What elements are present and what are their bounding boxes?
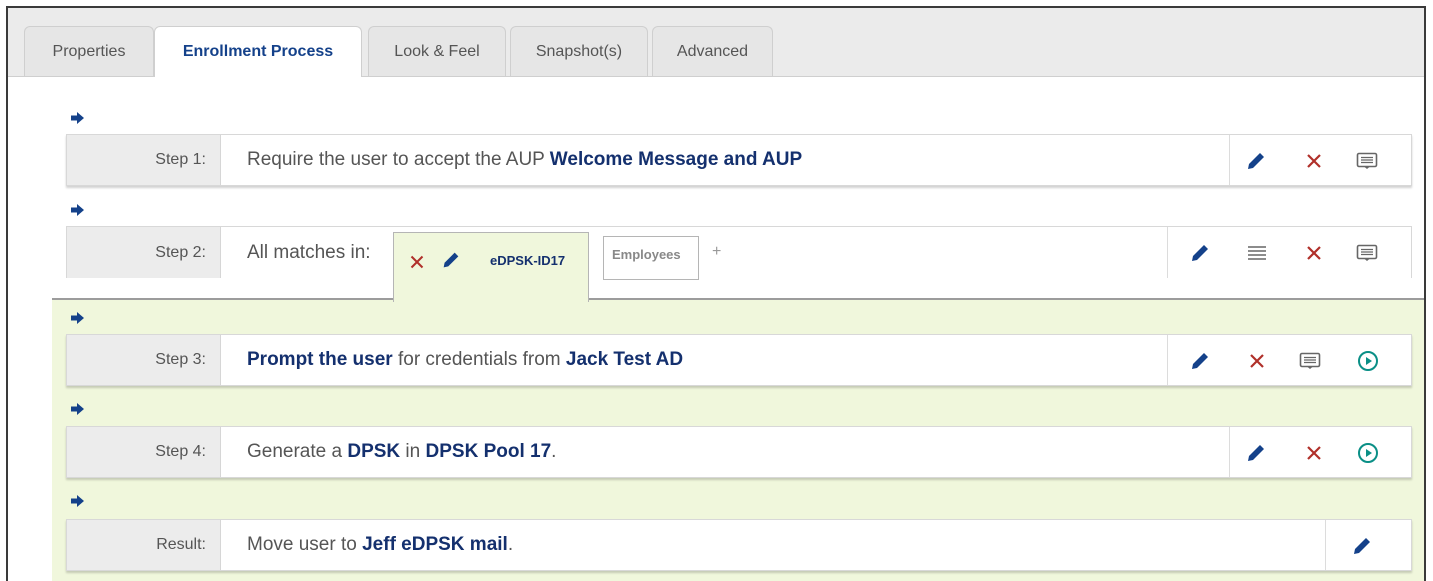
step-row-3: Step 3: Prompt the user for credentials …: [66, 334, 1412, 386]
play-circle-icon[interactable]: [1356, 441, 1380, 465]
step-label: Step 1:: [67, 135, 221, 185]
result-row: Result: Move user to Jeff eDPSK mail.: [66, 519, 1412, 571]
tab-snapshots[interactable]: Snapshot(s): [510, 26, 648, 76]
insert-step-arrow-icon[interactable]: [71, 403, 84, 415]
play-circle-icon[interactable]: [1356, 349, 1380, 373]
step-text: All matches in:: [247, 241, 371, 263]
step-actions: [1229, 135, 1411, 185]
edit-icon[interactable]: [1350, 534, 1374, 558]
message-icon[interactable]: [1355, 149, 1379, 173]
delete-icon[interactable]: [1302, 149, 1326, 173]
step-text: Generate a: [247, 441, 348, 462]
step-label: Step 2:: [67, 227, 221, 278]
branch-tab-label: Employees: [612, 247, 681, 262]
insert-step-arrow-icon[interactable]: [71, 312, 84, 324]
edit-icon[interactable]: [1244, 441, 1268, 465]
insert-step-arrow-icon[interactable]: [71, 204, 84, 216]
step-actions: [1325, 520, 1411, 570]
step-actions: [1229, 427, 1411, 477]
edit-icon[interactable]: [1188, 349, 1212, 373]
step-link[interactable]: Welcome Message and AUP: [550, 149, 802, 171]
step-text: for credentials from: [392, 349, 566, 370]
branch-tab-edpsk-id17[interactable]: eDPSK-ID17: [393, 232, 589, 302]
step-label: Step 3:: [67, 335, 221, 385]
delete-icon[interactable]: [1302, 441, 1326, 465]
tab-properties[interactable]: Properties: [24, 26, 154, 76]
edit-icon[interactable]: [440, 249, 462, 271]
step-link[interactable]: DPSK: [347, 441, 400, 463]
step-description: Generate a DPSK in DPSK Pool 17.: [247, 427, 556, 477]
step-text: Move user to: [247, 534, 363, 555]
step-label: Step 4:: [67, 427, 221, 477]
step-description: Prompt the user for credentials from Jac…: [247, 335, 683, 385]
reorder-icon[interactable]: [1245, 241, 1269, 265]
step-actions: [1167, 227, 1411, 278]
step-text: .: [551, 441, 557, 462]
enrollment-panel: Properties Enrollment Process Look & Fee…: [6, 6, 1426, 581]
step-description: Require the user to accept the AUP Welco…: [247, 135, 802, 185]
add-branch-button[interactable]: +: [712, 243, 721, 261]
tab-advanced[interactable]: Advanced: [652, 26, 773, 76]
insert-step-arrow-icon[interactable]: [71, 495, 84, 507]
edit-icon[interactable]: [1188, 241, 1212, 265]
delete-icon[interactable]: [1245, 349, 1269, 373]
branch-tab-label: eDPSK-ID17: [490, 253, 566, 268]
edit-icon[interactable]: [1244, 149, 1268, 173]
step-text: .: [507, 534, 514, 555]
step-link[interactable]: Jack Test AD: [566, 349, 683, 371]
message-icon[interactable]: [1298, 349, 1322, 373]
branch-tab-employees[interactable]: Employees: [603, 236, 699, 280]
message-icon[interactable]: [1355, 241, 1379, 265]
step-link[interactable]: DPSK Pool 17: [426, 441, 552, 463]
step-actions: [1167, 335, 1411, 385]
insert-step-arrow-icon[interactable]: [71, 112, 84, 124]
step-row-2: Step 2: All matches in:: [66, 226, 1412, 278]
step-link[interactable]: Prompt the user: [247, 349, 393, 371]
step-label: Result:: [67, 520, 221, 570]
step-description: All matches in:: [247, 227, 371, 278]
delete-icon[interactable]: [1302, 241, 1326, 265]
tab-bar: Properties Enrollment Process Look & Fee…: [8, 8, 1424, 77]
step-row-4: Step 4: Generate a DPSK in DPSK Pool 17.: [66, 426, 1412, 478]
step-description: Move user to Jeff eDPSK mail.: [247, 520, 513, 570]
delete-icon[interactable]: [406, 251, 428, 273]
step-link[interactable]: Jeff eDPSK mail: [362, 534, 508, 556]
step-text: Require the user to accept the AUP: [247, 149, 550, 170]
tab-look-and-feel[interactable]: Look & Feel: [368, 26, 506, 76]
tab-enrollment-process[interactable]: Enrollment Process: [154, 26, 362, 77]
step-row-1: Step 1: Require the user to accept the A…: [66, 134, 1412, 186]
step-text: in: [400, 441, 426, 462]
